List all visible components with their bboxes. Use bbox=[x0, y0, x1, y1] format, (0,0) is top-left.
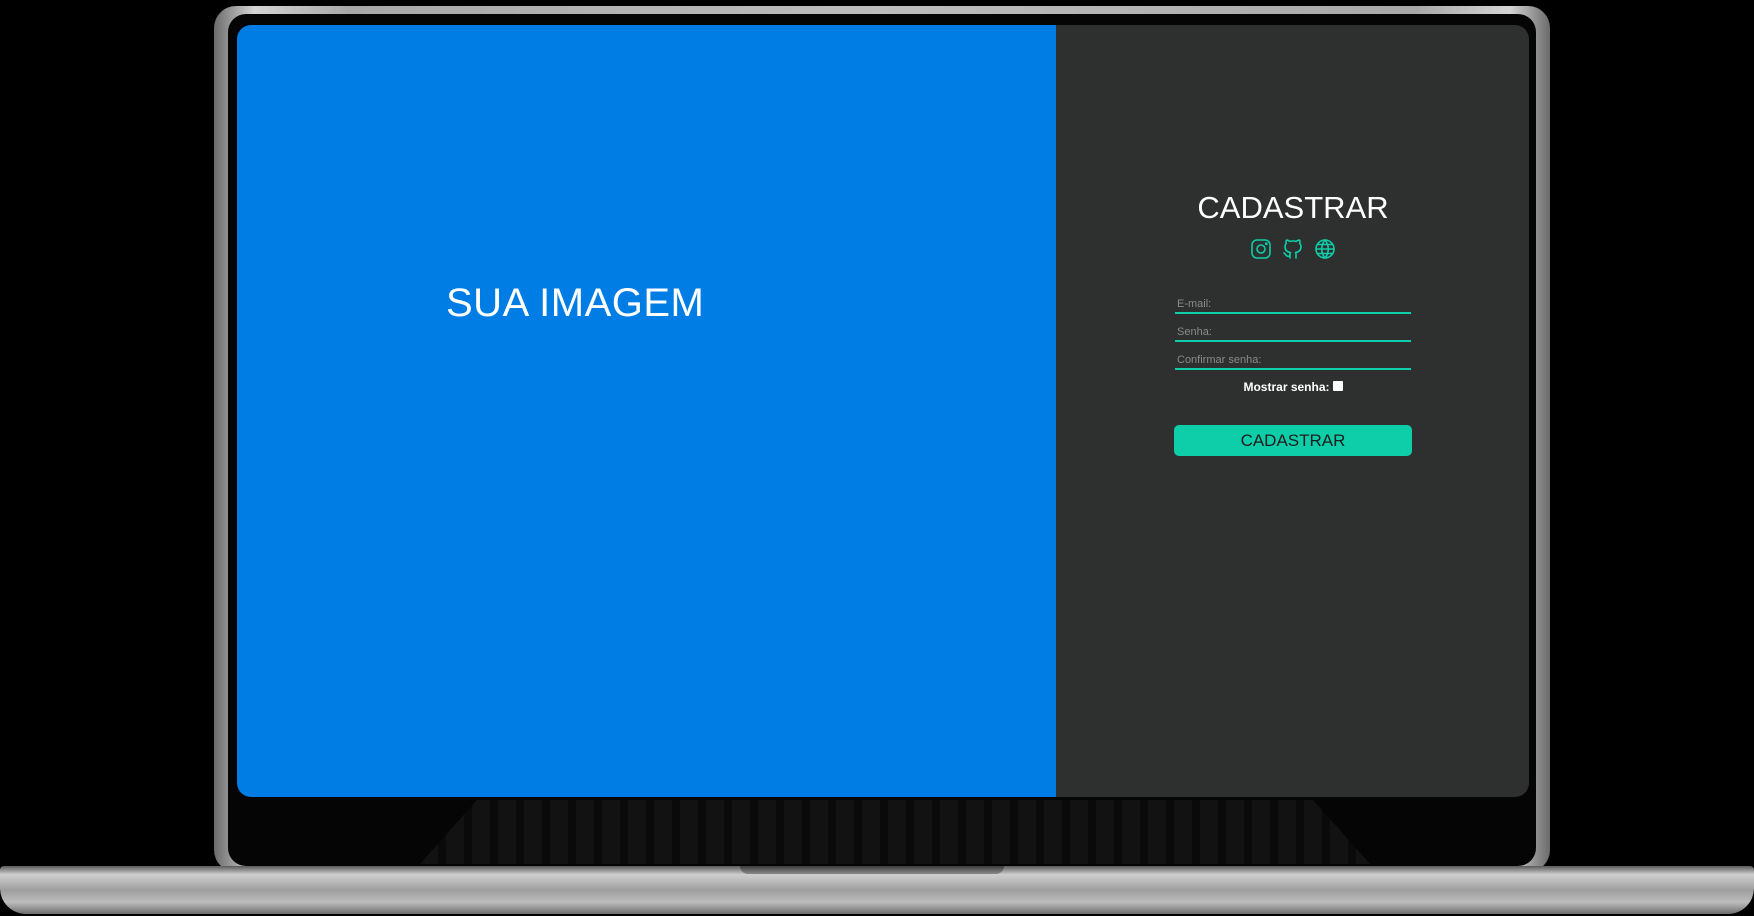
github-icon bbox=[1283, 239, 1302, 259]
confirm-password-field[interactable] bbox=[1175, 352, 1411, 370]
password-field[interactable] bbox=[1175, 324, 1411, 342]
laptop-base-notch bbox=[740, 866, 1004, 874]
globe-icon bbox=[1315, 239, 1335, 259]
show-password-label: Mostrar senha: bbox=[1243, 380, 1330, 394]
social-links bbox=[1248, 236, 1338, 262]
signup-panel: CADASTRAR E-mail: Mostrar senha: CADASTR… bbox=[1056, 25, 1529, 797]
form-title: CADASTRAR bbox=[1197, 190, 1389, 225]
website-link[interactable] bbox=[1312, 236, 1338, 262]
image-placeholder-text: SUA IMAGEM bbox=[446, 281, 705, 325]
image-placeholder-panel: SUA IMAGEM bbox=[237, 25, 1056, 797]
signup-form: CADASTRAR E-mail: Mostrar senha: CADASTR… bbox=[1173, 190, 1413, 456]
screen: SUA IMAGEM CADASTRAR E-mail: Mostrar sen… bbox=[237, 25, 1529, 797]
instagram-link[interactable] bbox=[1248, 236, 1274, 262]
keyboard-reflection bbox=[420, 800, 1370, 864]
submit-button[interactable]: CADASTRAR bbox=[1174, 425, 1412, 456]
show-password-row: Mostrar senha: bbox=[1243, 380, 1343, 394]
show-password-checkbox[interactable] bbox=[1332, 381, 1343, 391]
email-field[interactable] bbox=[1175, 296, 1411, 314]
form-fields bbox=[1175, 296, 1411, 370]
github-link[interactable] bbox=[1280, 236, 1306, 262]
instagram-icon bbox=[1251, 239, 1271, 259]
